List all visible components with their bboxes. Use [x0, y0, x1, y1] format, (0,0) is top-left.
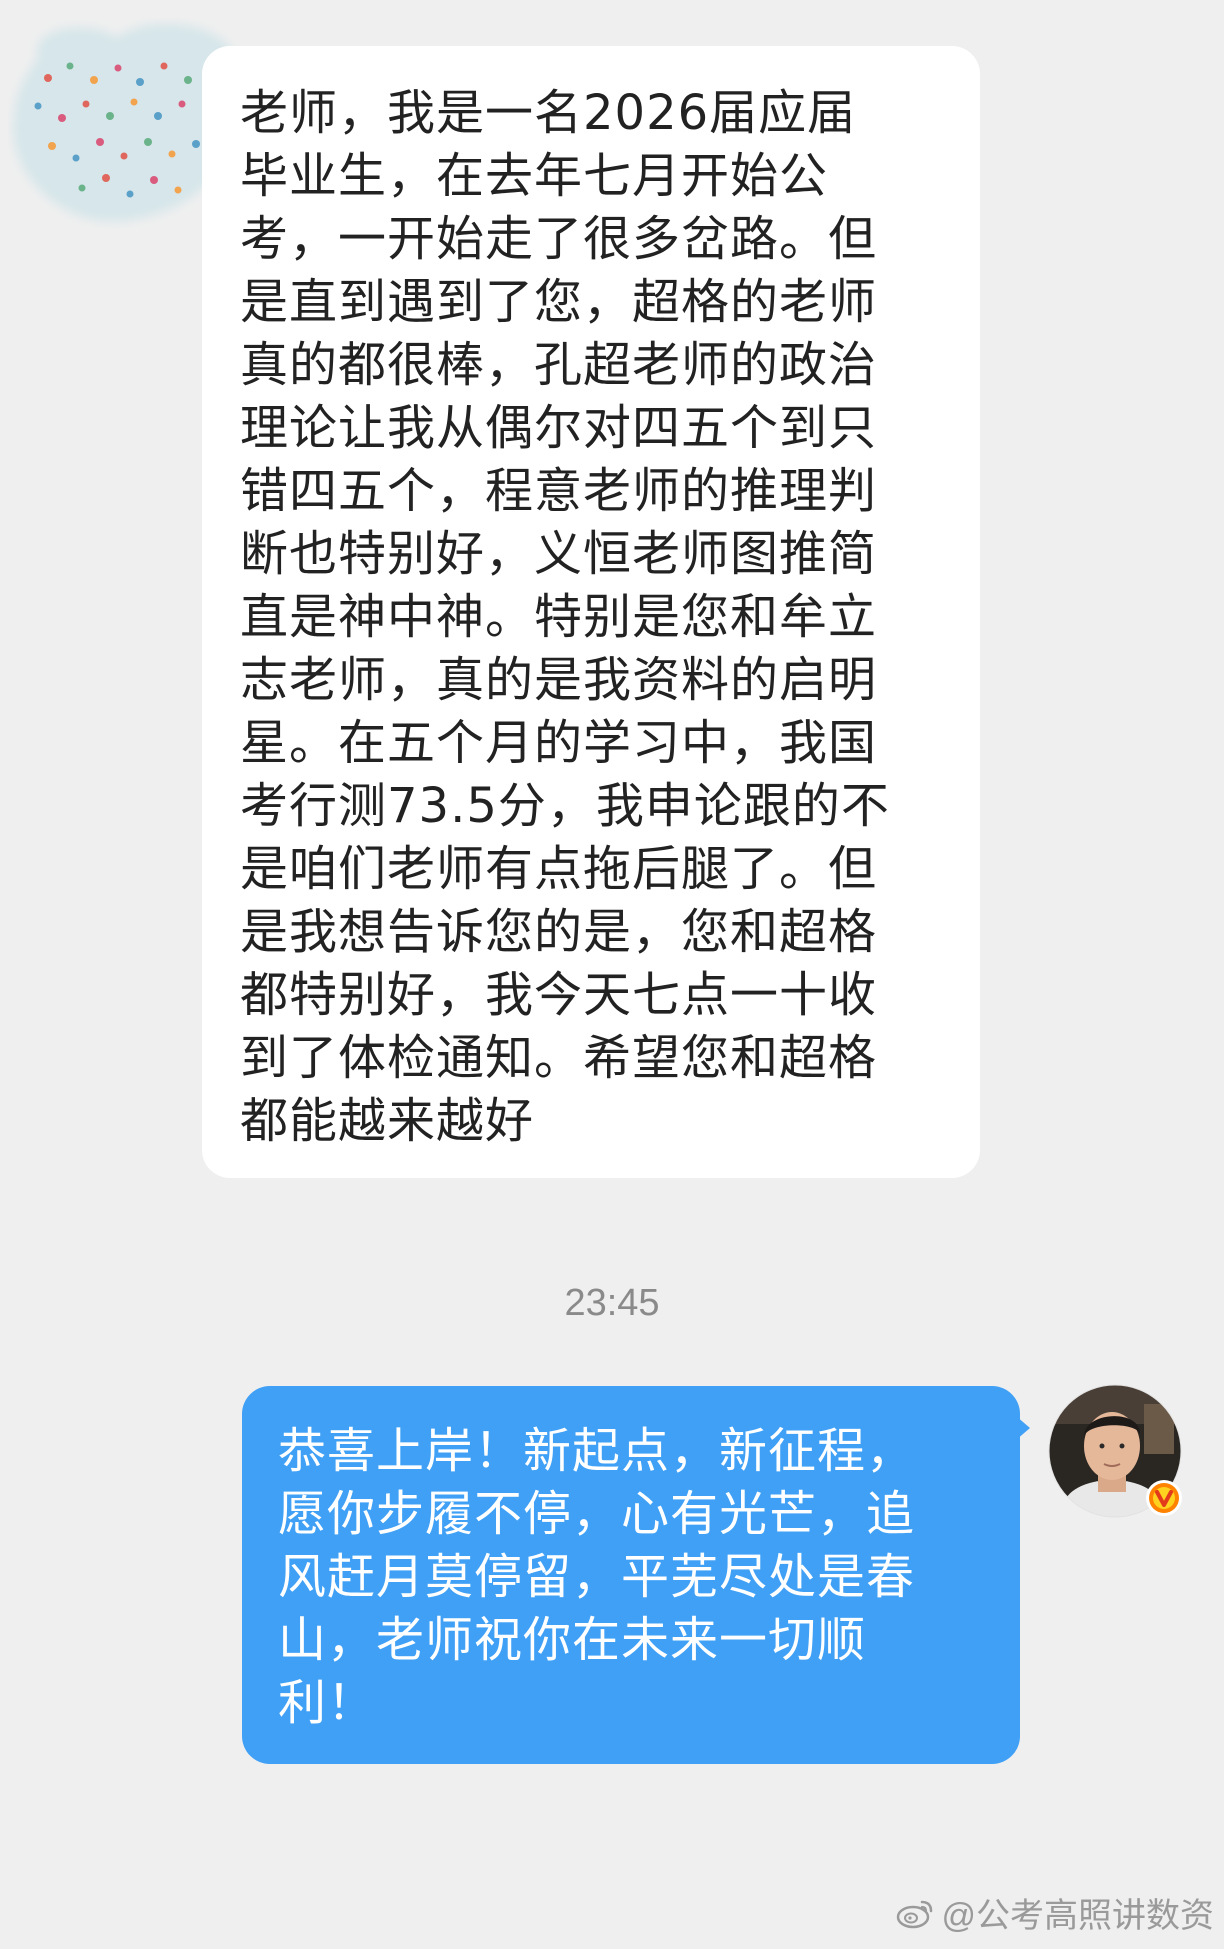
message-line: 愿你步履不停，心有光芒，追	[278, 1486, 916, 1542]
incoming-message-bubble[interactable]: 老师，我是一名2026届应届 毕业生，在去年七月开始公 考，一开始走了很多岔路。…	[202, 46, 980, 1178]
bubble-tail	[1016, 1416, 1030, 1440]
message-timestamp: 23:45	[564, 1282, 660, 1324]
message-line: 到了体检通知。希望您和超格	[240, 1030, 878, 1086]
message-line: 毕业生，在去年七月开始公	[240, 148, 829, 204]
message-line: 是咱们老师有点拖后腿了。但	[240, 841, 878, 897]
message-line: 山，老师祝你在未来一切顺	[278, 1612, 867, 1668]
message-line: 考行测73.5分，我申论跟的不	[240, 778, 890, 834]
message-line: 都能越来越好	[240, 1093, 535, 1149]
message-line: 理论让我从偶尔对四五个到只	[240, 400, 878, 456]
message-line: 断也特别好，义恒老师图推简	[240, 526, 878, 582]
verified-badge-icon	[1146, 1480, 1182, 1516]
message-line: 都特别好，我今天七点一十收	[240, 967, 878, 1023]
message-line: 错四五个，程意老师的推理判	[240, 463, 878, 519]
message-line: 老师，我是一名2026届应届	[240, 85, 857, 141]
teacher-avatar[interactable]	[1048, 1384, 1182, 1518]
weibo-watermark: @公考高照讲数资	[895, 1888, 1214, 1937]
message-line: 志老师，真的是我资料的启明	[240, 652, 878, 708]
message-line: 是我想告诉您的是，您和超格	[240, 904, 878, 960]
message-line: 星。在五个月的学习中，我国	[240, 715, 878, 771]
outgoing-message-bubble[interactable]: 恭喜上岸！新起点，新征程， 愿你步履不停，心有光芒，追 风赶月莫停留，平芜尽处是…	[242, 1386, 1030, 1764]
message-line: 恭喜上岸！新起点，新征程，	[278, 1423, 916, 1479]
watermark-text: @公考高照讲数资	[941, 1897, 1214, 1935]
outgoing-message-text: 恭喜上岸！新起点，新征程， 愿你步履不停，心有光芒，追 风赶月莫停留，平芜尽处是…	[278, 1420, 990, 1735]
message-line: 是直到遇到了您，超格的老师	[240, 274, 878, 330]
message-line: 利！	[278, 1675, 377, 1731]
weibo-logo-icon	[897, 1900, 933, 1928]
message-line: 风赶月莫停留，平芜尽处是春	[278, 1549, 916, 1605]
message-line: 考，一开始走了很多岔路。但	[240, 211, 878, 267]
message-line: 直是神中神。特别是您和牟立	[240, 589, 878, 645]
incoming-message-text: 老师，我是一名2026届应届 毕业生，在去年七月开始公 考，一开始走了很多岔路。…	[240, 82, 946, 1153]
message-line: 真的都很棒，孔超老师的政治	[240, 337, 878, 393]
